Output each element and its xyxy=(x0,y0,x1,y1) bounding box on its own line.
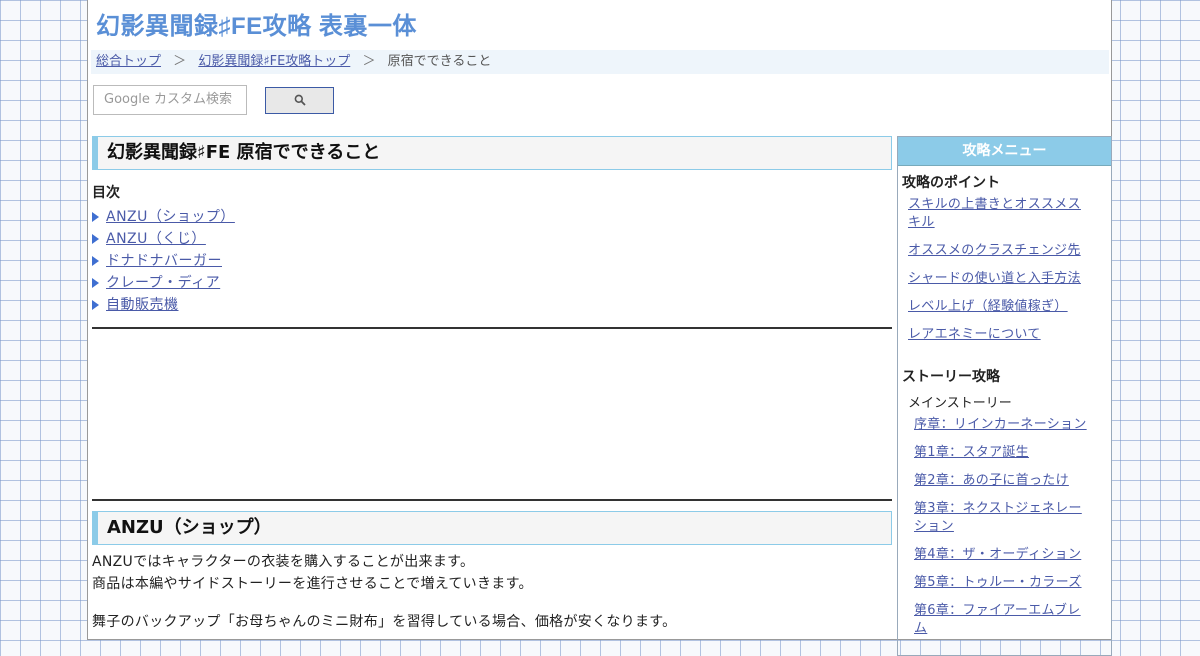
sidebar-link-chapter[interactable]: 第6章：ファイアーエムブレム xyxy=(914,603,1081,636)
triangle-bullet-icon xyxy=(92,212,99,222)
sidebar-item: レベル上げ（経験値稼ぎ） xyxy=(898,298,1111,316)
sidebar: 攻略メニュー 攻略のポイント スキルの上書きとオススメスキル オススメのクラスチ… xyxy=(897,136,1112,656)
toc-link-anzu-kuji[interactable]: ANZU（くじ） xyxy=(106,231,206,247)
sidebar-item: シャードの使い道と入手方法 xyxy=(898,270,1111,288)
toc-item: ANZU（ショップ） xyxy=(92,206,892,228)
sidebar-link-chapter[interactable]: 第3章：ネクストジェネレーション xyxy=(914,501,1082,534)
sidebar-link-chapter[interactable]: 第2章：あの子に首ったけ xyxy=(914,473,1069,488)
sidebar-link-rare-enemy[interactable]: レアエネミーについて xyxy=(908,327,1041,342)
toc-list: ANZU（ショップ） ANZU（くじ） ドナドナバーガー クレープ・ディア 自動… xyxy=(92,206,892,316)
toc-item: 自動販売機 xyxy=(92,294,892,316)
sidebar-points-list: スキルの上書きとオススメスキル オススメのクラスチェンジ先 シャードの使い道と入… xyxy=(898,196,1111,344)
triangle-bullet-icon xyxy=(92,278,99,288)
sidebar-link-skill-overwrite[interactable]: スキルの上書きとオススメスキル xyxy=(908,197,1081,230)
toc-item: ANZU（くじ） xyxy=(92,228,892,250)
paragraph-line: ANZUではキャラクターの衣装を購入することが出来ます。 xyxy=(92,554,475,570)
sidebar-link-class-change[interactable]: オススメのクラスチェンジ先 xyxy=(908,243,1081,258)
search-input[interactable]: Google カスタム検索 xyxy=(93,85,247,115)
breadcrumb-current: 原宿でできること xyxy=(387,54,492,69)
sidebar-chapters-list: 序章：リインカーネーション 第1章：スタア誕生 第2章：あの子に首ったけ 第3章… xyxy=(898,416,1111,638)
sidebar-item: 第3章：ネクストジェネレーション xyxy=(898,500,1111,536)
sidebar-item: スキルの上書きとオススメスキル xyxy=(898,196,1111,232)
breadcrumb: 総合トップ ＞ 幻影異聞録♯FE攻略トップ ＞ 原宿でできること xyxy=(91,50,1109,74)
main-content: 幻影異聞録♯FE 原宿でできること 目次 ANZU（ショップ） ANZU（くじ）… xyxy=(92,136,892,633)
sidebar-link-chapter[interactable]: 第4章：ザ・オーディション xyxy=(914,547,1081,562)
paragraph-line: 商品は本編やサイドストーリーを進行させることで増えていきます。 xyxy=(92,576,533,592)
sidebar-item: 第2章：あの子に首ったけ xyxy=(898,472,1111,490)
toc-link-vending-machine[interactable]: 自動販売機 xyxy=(106,297,179,313)
sidebar-link-chapter[interactable]: 第1章：スタア誕生 xyxy=(914,445,1029,460)
page-title: 幻影異聞録♯FE 原宿でできること xyxy=(92,136,892,170)
search-button[interactable] xyxy=(265,87,334,114)
sidebar-item: 第4章：ザ・オーディション xyxy=(898,546,1111,564)
sidebar-subsection-label: メインストーリー xyxy=(908,396,1012,411)
triangle-bullet-icon xyxy=(92,256,99,266)
breadcrumb-separator: ＞ xyxy=(362,54,376,69)
sidebar-item: レアエネミーについて xyxy=(898,326,1111,344)
sidebar-item: 第6章：ファイアーエムブレム xyxy=(898,602,1111,638)
toc-item: ドナドナバーガー xyxy=(92,250,892,272)
sidebar-item: 第1章：スタア誕生 xyxy=(898,444,1111,462)
search-icon xyxy=(294,91,306,110)
sidebar-link-level-up[interactable]: レベル上げ（経験値稼ぎ） xyxy=(908,299,1068,314)
section-heading-anzu-shop: ANZU（ショップ） xyxy=(92,511,892,545)
sidebar-item: オススメのクラスチェンジ先 xyxy=(898,242,1111,260)
ad-space xyxy=(92,329,892,499)
toc-link-crepe-dear[interactable]: クレープ・ディア xyxy=(106,275,220,291)
toc-link-donadona-burger[interactable]: ドナドナバーガー xyxy=(106,253,222,269)
sidebar-link-chapter[interactable]: 第5章：トゥルー・カラーズ xyxy=(914,575,1082,590)
toc-item: クレープ・ディア xyxy=(92,272,892,294)
sidebar-menu-title: 攻略メニュー xyxy=(898,137,1111,166)
sidebar-link-chapter[interactable]: 序章：リインカーネーション xyxy=(914,417,1087,432)
triangle-bullet-icon xyxy=(92,234,99,244)
toc-link-anzu-shop[interactable]: ANZU（ショップ） xyxy=(106,209,235,225)
section-paragraph: ANZUではキャラクターの衣装を購入することが出来ます。 商品は本編やサイドスト… xyxy=(92,551,892,595)
toc-title: 目次 xyxy=(92,185,120,201)
sidebar-section-title: 攻略のポイント xyxy=(902,175,1000,191)
breadcrumb-link-fe-top[interactable]: 幻影異聞録♯FE攻略トップ xyxy=(198,54,350,69)
sidebar-item: 第5章：トゥルー・カラーズ xyxy=(898,574,1111,592)
triangle-bullet-icon xyxy=(92,300,99,310)
sidebar-link-shard[interactable]: シャードの使い道と入手方法 xyxy=(908,271,1081,286)
breadcrumb-separator: ＞ xyxy=(173,54,187,69)
sidebar-section-title: ストーリー攻略 xyxy=(902,369,1000,385)
sidebar-item: 序章：リインカーネーション xyxy=(898,416,1111,434)
page-container: 幻影異聞録♯FE攻略 表裏一体 総合トップ ＞ 幻影異聞録♯FE攻略トップ ＞ … xyxy=(87,0,1112,656)
divider xyxy=(92,499,892,501)
site-title[interactable]: 幻影異聞録♯FE攻略 表裏一体 xyxy=(96,6,417,41)
breadcrumb-link-home[interactable]: 総合トップ xyxy=(96,54,161,69)
